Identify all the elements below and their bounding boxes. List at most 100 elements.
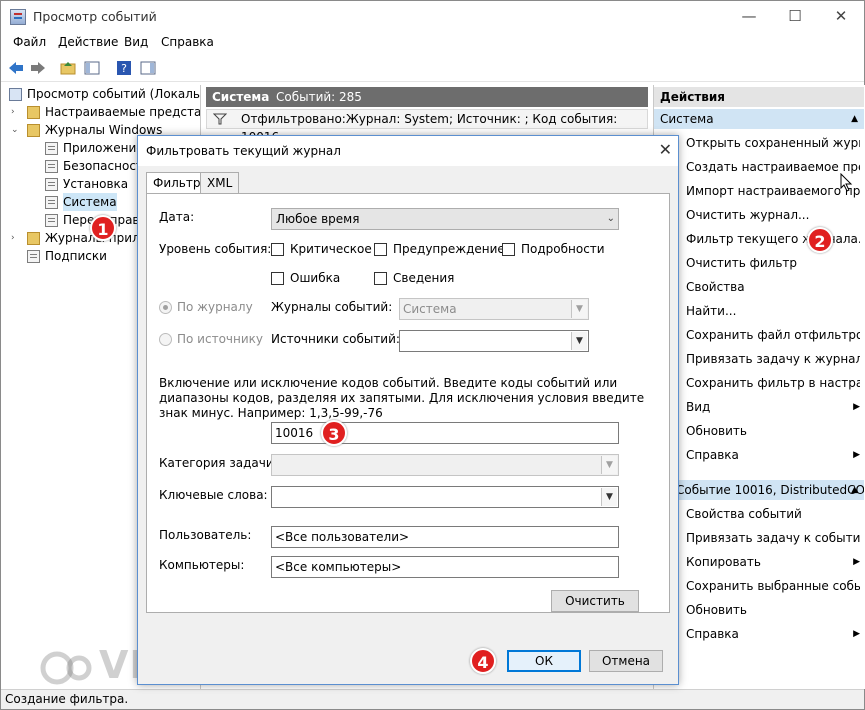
checkbox-information[interactable] [374,272,387,285]
actions-title: Действия [654,87,864,107]
clear-button[interactable]: Очистить [551,590,639,612]
cancel-button[interactable]: Отмена [589,650,663,672]
minimize-button[interactable]: — [726,1,772,31]
dropdown-arrow-icon: ▼ [571,300,587,318]
label-by-log: По журналу [177,300,253,314]
forward-arrow-icon[interactable] [29,59,47,77]
filter-tab-panel: Дата: Любое время ⌄ Уровень события: Кри… [146,193,670,613]
close-button[interactable]: ✕ [818,1,864,31]
radio-by-source[interactable] [159,333,172,346]
title-bar[interactable]: Просмотр событий — ☐ ✕ [1,1,864,33]
log-name: Система [212,90,270,104]
action-item[interactable]: Обновить [686,421,860,441]
action-item[interactable]: Создать настраиваемое представление... [686,157,860,177]
help-icon[interactable]: ? [115,59,133,77]
tree-item-custom-views[interactable]: › Настраиваемые представления [5,103,200,121]
radio-by-log[interactable] [159,301,172,314]
label-information: Сведения [393,271,455,285]
dropdown-arrow-icon: ▼ [601,456,617,474]
action-item[interactable]: Сохранить файл отфильтрованных событий..… [686,325,860,345]
event-logs-label: Журналы событий: [271,300,393,314]
label-critical: Критическое [290,242,372,256]
action-item[interactable]: Обновить [686,600,860,620]
menu-help[interactable]: Справка [161,35,214,49]
label-warning: Предупреждение [393,242,505,256]
keywords-select[interactable]: ▼ [271,486,619,508]
action-item[interactable]: Очистить фильтр [686,253,860,273]
checkbox-critical[interactable] [271,243,284,256]
ok-button[interactable]: ОК [507,650,581,672]
log-icon [45,196,58,209]
action-item[interactable]: Очистить журнал... [686,205,860,225]
watermark-glyph-icon [40,651,92,684]
event-id-description: Включение или исключение кодов событий. … [159,376,645,420]
filter-icon [213,113,227,125]
menu-file[interactable]: Файл [13,35,46,49]
log-icon [45,142,58,155]
computer-label: Компьютеры: [159,558,245,572]
label-error: Ошибка [290,271,341,285]
action-item[interactable]: Фильтр текущего журнала... [686,229,860,249]
expand-arrow-icon[interactable]: › [11,229,21,247]
action-item[interactable]: Справка ▶ [686,445,860,465]
action-item[interactable]: Свойства [686,277,860,297]
expand-arrow-icon[interactable]: › [11,103,21,121]
svg-text:?: ? [121,62,127,75]
up-folder-icon[interactable] [59,59,77,77]
action-item[interactable]: Копировать ▶ [686,552,860,572]
log-icon [45,178,58,191]
checkbox-error[interactable] [271,272,284,285]
mouse-cursor-icon [840,173,853,192]
dialog-title: Фильтровать текущий журнал [146,144,341,158]
task-category-label: Категория задачи: [159,456,278,470]
collapse-section-icon[interactable]: ▲ [851,109,858,129]
log-icon [45,214,58,227]
log-icon [45,160,58,173]
toolbar: ? [1,55,864,82]
event-sources-select[interactable]: ▼ [399,330,589,352]
show-hide-tree-icon[interactable] [83,59,101,77]
maximize-button[interactable]: ☐ [772,1,818,31]
folder-icon [27,124,40,137]
window-title: Просмотр событий [33,9,157,24]
event-viewer-app-icon [10,9,26,25]
menu-bar: Файл Действие Вид Справка [1,33,864,53]
step-badge-1: 1 [90,215,116,241]
menu-action[interactable]: Действие [58,35,118,49]
action-item[interactable]: Открыть сохраненный журнал... [686,133,860,153]
actions-section-system[interactable]: Система ▲ [654,109,864,129]
action-item[interactable]: Найти... [686,301,860,321]
actions-pane: Действия Система ▲ Открыть сохраненный ж… [653,85,865,689]
action-item[interactable]: Справка ▶ [686,624,860,644]
action-item[interactable]: Привязать задачу к событию... [686,528,860,548]
event-count: Событий: 285 [276,90,362,104]
action-item[interactable]: Импорт настраиваемого представления... [686,181,860,201]
dialog-close-icon[interactable]: ✕ [659,140,672,159]
collapse-arrow-icon[interactable]: ⌄ [11,121,21,139]
event-viewer-window: Просмотр событий — ☐ ✕ Файл Действие Вид… [0,0,865,710]
actions-section-event[interactable]: Событие 10016, DistributedCOM ▲ [654,480,864,500]
computer-input[interactable]: <Все компьютеры> [271,556,619,578]
action-item[interactable]: Сохранить выбранные события... [686,576,860,596]
date-select[interactable]: Любое время ⌄ [271,208,619,230]
event-logs-select[interactable]: Система ▼ [399,298,589,320]
dialog-title-bar[interactable]: Фильтровать текущий журнал ✕ [138,136,678,166]
filter-info-bar: Отфильтровано:Журнал: System; Источник: … [206,109,648,144]
user-input[interactable]: <Все пользователи> [271,526,619,548]
collapse-section-icon[interactable]: ▲ [851,480,858,500]
event-viewer-icon [9,88,22,101]
user-label: Пользователь: [159,528,252,542]
task-category-select[interactable]: ▼ [271,454,619,476]
back-arrow-icon[interactable] [7,59,25,77]
show-hide-actions-icon[interactable] [139,59,157,77]
action-item[interactable]: Свойства событий [686,504,860,524]
action-item[interactable]: Вид ▶ [686,397,860,417]
checkbox-verbose[interactable] [502,243,515,256]
checkbox-warning[interactable] [374,243,387,256]
tab-xml[interactable]: XML [200,172,240,194]
action-item[interactable]: Сохранить фильтр в настраиваемое предста… [686,373,860,393]
tab-filter[interactable]: Фильтр [146,172,208,195]
menu-view[interactable]: Вид [124,35,148,49]
action-item[interactable]: Привязать задачу к журналу... [686,349,860,369]
dropdown-arrow-icon: ▼ [601,488,617,506]
